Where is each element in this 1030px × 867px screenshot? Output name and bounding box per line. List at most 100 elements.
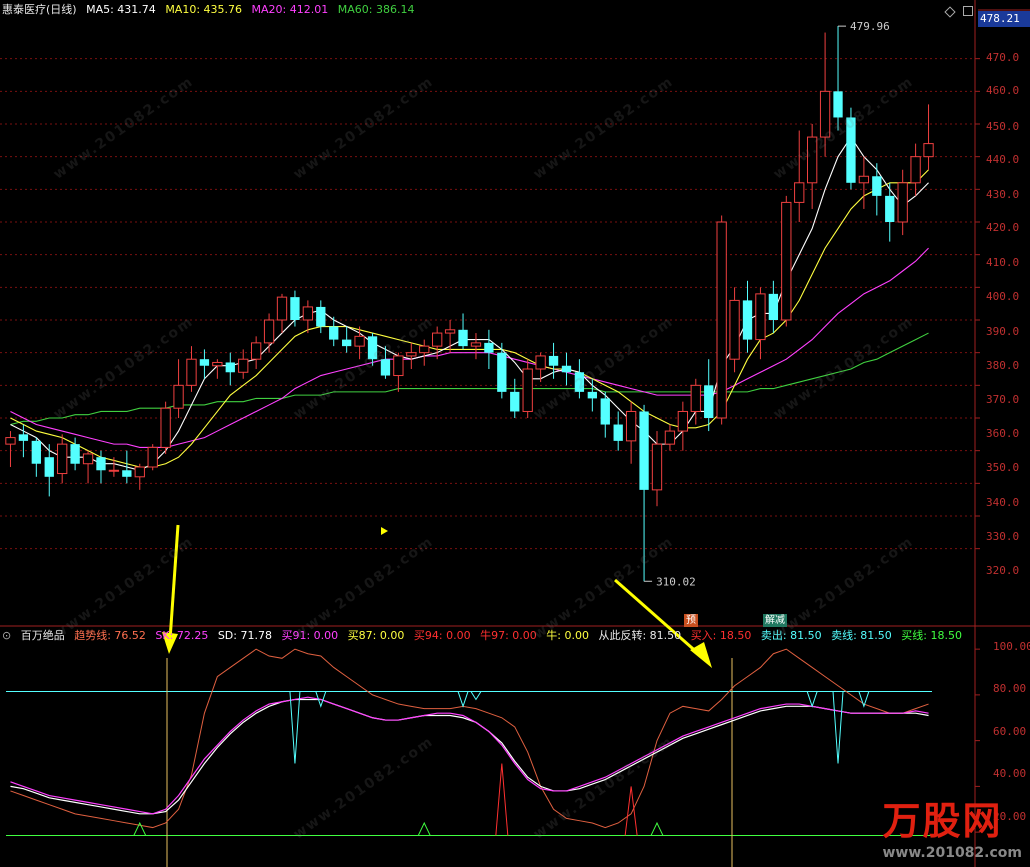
candle-body-up: [651, 443, 663, 491]
candle-body-down: [561, 365, 572, 373]
price-tick: 450.0: [986, 120, 1020, 133]
window-square-icon[interactable]: [963, 6, 973, 16]
candle-body-up: [432, 332, 443, 347]
candle-body-up: [729, 299, 740, 360]
high-label: 479.96: [850, 20, 890, 33]
sell-line-value: 卖线: 81.50: [831, 629, 892, 642]
signal-tag-jiejian[interactable]: 解减: [763, 614, 787, 627]
signal-tag-yu[interactable]: 预: [684, 614, 698, 627]
price-tick: 380.0: [986, 359, 1020, 372]
candle-body-up: [755, 293, 766, 341]
sk-line: [10, 696, 929, 815]
price-tick: 370.0: [986, 393, 1020, 406]
candle-body-up: [819, 90, 831, 138]
candle-body-down: [872, 176, 882, 196]
candle-body-down: [846, 117, 856, 183]
current-price-tag: 478.21: [978, 11, 1030, 27]
candle-body-up: [690, 384, 701, 412]
indicator-name[interactable]: 百万绝品: [21, 629, 65, 642]
candle-body-up: [82, 453, 94, 465]
candle-body-up: [522, 368, 533, 412]
sell-signal-spike: [289, 691, 301, 764]
candle-body-down: [742, 300, 753, 340]
logo-url: www.201082.com: [882, 845, 1023, 861]
buy87-value: 买87: 0.00: [347, 629, 405, 642]
sell-out-value: 卖出: 81.50: [760, 629, 822, 642]
candle-body-up: [794, 182, 805, 203]
sd-line: [10, 698, 929, 815]
price-tick: 460.0: [986, 84, 1020, 97]
main-chart-header: 惠泰医疗(日线) MA5: 431.74 MA10: 435.76 MA20: …: [2, 3, 420, 17]
candle-body-down: [458, 329, 468, 347]
buy91-value: 买91: 0.00: [281, 629, 339, 642]
ma20-value: MA20: 412.01: [251, 3, 329, 16]
site-logo: 万股网 www.201082.com: [883, 790, 1023, 861]
candle-body-down: [199, 359, 210, 366]
candle-body-up: [716, 221, 727, 419]
price-tick: 390.0: [986, 325, 1020, 338]
sk-value: SK: 72.25: [155, 629, 209, 642]
candle-body-down: [31, 440, 41, 464]
candle-body-up: [276, 296, 288, 321]
candle-body-down: [510, 391, 520, 412]
sd-value: SD: 71.78: [217, 629, 272, 642]
reversal-value: 从此反转: 81.50: [598, 629, 682, 642]
price-tick: 410.0: [986, 256, 1020, 269]
price-tick: 430.0: [986, 188, 1020, 201]
candle-body-up: [897, 182, 908, 223]
sell-signal-spike: [832, 691, 844, 764]
candle-body-up: [535, 355, 546, 370]
candle-body-up: [393, 355, 404, 377]
buy94-value: 买94: 0.00: [413, 629, 471, 642]
price-tick: 320.0: [986, 564, 1020, 577]
ma5-value: MA5: 431.74: [86, 3, 156, 16]
ma60-value: MA60: 386.14: [337, 3, 415, 16]
sell-signal-spike: [470, 691, 482, 701]
candle-body-up: [263, 319, 275, 344]
candle-body-down: [70, 444, 80, 464]
candle-body-up: [250, 342, 262, 360]
indicator-expand-icon[interactable]: ⊙: [2, 629, 11, 642]
stock-name[interactable]: 惠泰医疗(日线): [2, 3, 77, 16]
price-tick: 360.0: [986, 427, 1020, 440]
buy-signal-spike: [624, 786, 638, 836]
trend-line: [10, 648, 929, 829]
price-tick: 330.0: [986, 530, 1020, 543]
candle-body-up: [470, 342, 482, 347]
candle-body-up: [677, 410, 689, 432]
candlestick-chart[interactable]: 479.96 310.02: [0, 0, 1030, 867]
candle-body-down: [225, 362, 235, 373]
candle-body-down: [484, 342, 494, 353]
indicator-tick: 60.00: [993, 725, 1027, 738]
candle-body-down: [367, 336, 378, 360]
candle-body-down: [548, 355, 559, 366]
buy-signal-spike: [650, 821, 664, 836]
candle-body-up: [147, 446, 158, 468]
marker-triangle: [381, 527, 388, 535]
candle-body-up: [57, 443, 68, 475]
candle-body-down: [885, 195, 895, 222]
candle-body-up: [212, 361, 223, 367]
logo-text: 万股网: [882, 799, 1003, 843]
candle-body-down: [574, 372, 585, 392]
candle-body-up: [5, 437, 16, 445]
buy-line-value: 买线: 18.50: [901, 629, 962, 642]
candle-body-down: [316, 306, 326, 327]
niu-value: 牛: 0.00: [546, 629, 589, 642]
candle-body-down: [122, 470, 132, 477]
candle-body-up: [781, 201, 792, 321]
candle-body-up: [625, 410, 637, 442]
price-tick: 340.0: [986, 496, 1020, 509]
ma10-value: MA10: 435.76: [165, 3, 243, 16]
candle-body-down: [44, 457, 54, 477]
candle-body-up: [302, 306, 314, 321]
buy-signal-spike: [417, 821, 431, 836]
candle-body-down: [600, 398, 610, 425]
annotation-arrow-head: [690, 642, 712, 668]
price-tick: 350.0: [986, 461, 1020, 474]
sell-signal-spike: [457, 691, 469, 708]
candle-body-down: [329, 326, 339, 340]
trend-line-value: 趋势线: 76.52: [74, 629, 146, 642]
candle-body-up: [807, 136, 818, 184]
candle-body-down: [96, 457, 106, 471]
